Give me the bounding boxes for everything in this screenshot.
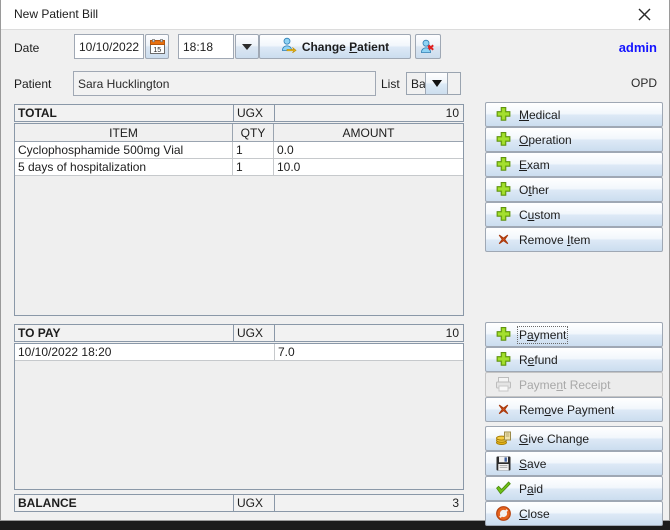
items-col-qty[interactable]: QTY: [233, 124, 274, 141]
cell-payment-date: 10/10/2022 18:20: [15, 344, 275, 360]
balance-currency: UGX: [234, 495, 275, 511]
save-button[interactable]: Save: [485, 451, 663, 476]
payments-table-body: 10/10/2022 18:20 7.0: [15, 344, 463, 361]
balance-row: BALANCE UGX 3: [14, 494, 464, 512]
to-pay-label: TO PAY: [15, 325, 234, 341]
items-table-row[interactable]: 5 days of hospitalization 1 10.0: [15, 159, 463, 176]
payments-table-row[interactable]: 10/10/2022 18:20 7.0: [15, 344, 463, 361]
patient-name-field[interactable]: Sara Hucklington: [73, 71, 376, 96]
department-label: OPD: [630, 76, 657, 90]
to-pay-value: 10: [445, 326, 459, 340]
remove-patient-button[interactable]: [415, 34, 441, 59]
remove-red-icon: [498, 234, 509, 245]
change-patient-button[interactable]: Change Patient: [259, 34, 411, 59]
coins-icon: [496, 431, 511, 445]
cell-amount: 10.0: [277, 160, 301, 174]
other-button[interactable]: Other: [485, 177, 663, 202]
cell-qty: 1: [233, 142, 274, 158]
cancel-icon: [496, 506, 511, 521]
payment-button[interactable]: Payment: [485, 322, 663, 347]
balance-value: 3: [452, 496, 459, 510]
cell-amount: 0.0: [277, 143, 294, 157]
close-button[interactable]: Close: [485, 501, 663, 526]
items-table-body: Cyclophosphamide 500mg Vial 1 0.0 5 days of…: [15, 142, 463, 176]
svg-text:15: 15: [153, 47, 161, 54]
plus-green-icon: [496, 132, 511, 146]
date-input[interactable]: 10/10/2022: [74, 34, 144, 59]
remove-red-icon: [498, 404, 509, 415]
payment-receipt-button: Payment Receipt: [485, 372, 663, 397]
check-icon: [496, 481, 511, 495]
total-row: TOTAL UGX 10: [14, 104, 464, 122]
plus-green-icon: [496, 327, 511, 341]
patient-label: Patient: [14, 77, 52, 91]
close-window-button[interactable]: [625, 0, 663, 29]
cell-payment-amount: 7.0: [278, 345, 295, 359]
payments-table[interactable]: 10/10/2022 18:20 7.0: [14, 343, 464, 490]
total-value: 10: [445, 106, 459, 120]
date-label: Date: [14, 41, 40, 55]
save-icon: [496, 456, 511, 471]
current-user-label: admin: [618, 40, 657, 55]
window-title: New Patient Bill: [14, 7, 99, 21]
items-table-header: ITEM QTY AMOUNT: [15, 124, 463, 142]
calendar-picker-button[interactable]: 15: [145, 34, 169, 59]
close-icon: [638, 8, 650, 21]
give-change-button[interactable]: Give Change: [485, 426, 663, 451]
items-table[interactable]: ITEM QTY AMOUNT Cyclophosphamide 500mg V…: [14, 123, 464, 316]
change-patient-label: Change Patient: [301, 39, 390, 54]
cell-qty: 1: [233, 159, 274, 175]
user-switch-icon: [281, 37, 297, 56]
time-input[interactable]: 18:18: [178, 34, 234, 59]
remove-item-button[interactable]: Remove Item: [485, 227, 663, 252]
new-patient-bill-window: New Patient Bill Date 10/10/2022 15 18:1…: [0, 0, 670, 526]
cell-item: Cyclophosphamide 500mg Vial: [15, 142, 233, 158]
plus-green-icon: [496, 157, 511, 171]
operation-button[interactable]: Operation: [485, 127, 663, 152]
plus-green-icon: [496, 207, 511, 221]
total-label: TOTAL: [15, 105, 234, 121]
items-col-amount[interactable]: AMOUNT: [274, 124, 463, 141]
items-col-item[interactable]: ITEM: [15, 124, 233, 141]
printer-icon: [496, 377, 511, 392]
refund-button[interactable]: Refund: [485, 347, 663, 372]
chevron-down-icon: [431, 80, 442, 87]
medical-button[interactable]: Medical: [485, 102, 663, 127]
remove-payment-button[interactable]: Remove Payment: [485, 397, 663, 422]
plus-green-icon: [496, 182, 511, 196]
user-remove-icon: [420, 39, 434, 53]
to-pay-row: TO PAY UGX 10: [14, 324, 464, 342]
exam-button[interactable]: Exam: [485, 152, 663, 177]
plus-green-icon: [496, 107, 511, 121]
title-bar: New Patient Bill: [1, 0, 669, 30]
cell-item: 5 days of hospitalization: [15, 159, 233, 175]
list-select-arrow-button[interactable]: [425, 72, 448, 95]
to-pay-currency: UGX: [234, 325, 275, 341]
paid-button[interactable]: Paid: [485, 476, 663, 501]
total-currency: UGX: [234, 105, 275, 121]
calendar-icon: 15: [149, 39, 165, 54]
time-spinner-button[interactable]: [235, 34, 259, 59]
balance-label: BALANCE: [15, 495, 234, 511]
items-table-row[interactable]: Cyclophosphamide 500mg Vial 1 0.0: [15, 142, 463, 159]
plus-green-icon: [496, 352, 511, 366]
chevron-down-icon: [242, 43, 252, 50]
list-label: List: [381, 77, 400, 91]
custom-button[interactable]: Custom: [485, 202, 663, 227]
